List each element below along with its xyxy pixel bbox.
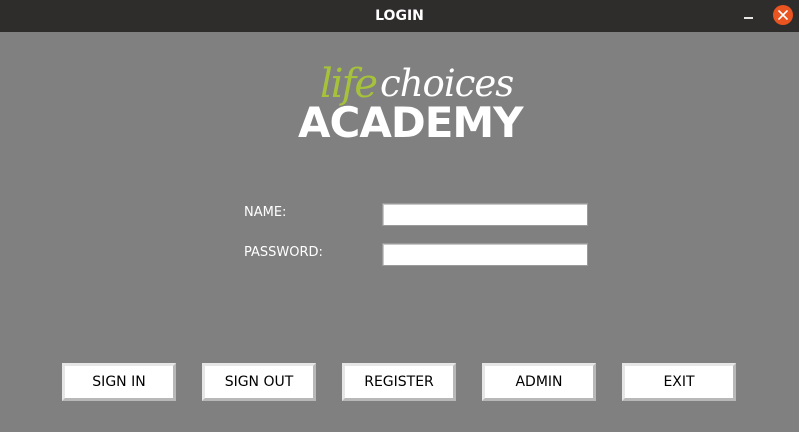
- title-bar: LOGIN: [0, 0, 799, 32]
- window-title: LOGIN: [375, 8, 424, 24]
- exit-button[interactable]: EXIT: [622, 363, 736, 401]
- name-input[interactable]: [382, 203, 588, 226]
- admin-button[interactable]: ADMIN: [482, 363, 596, 401]
- logo-academy-text: ACADEMY: [298, 98, 524, 147]
- close-icon[interactable]: [773, 5, 793, 25]
- register-button[interactable]: REGISTER: [342, 363, 456, 401]
- password-input[interactable]: [382, 243, 588, 266]
- password-label: PASSWORD:: [244, 245, 323, 260]
- login-window: life choices ACADEMY NAME: PASSWORD: SIG…: [0, 32, 799, 432]
- minimize-icon[interactable]: [739, 9, 759, 23]
- sign-out-button[interactable]: SIGN OUT: [202, 363, 316, 401]
- name-label: NAME:: [244, 205, 287, 220]
- life-choices-academy-logo: life choices ACADEMY: [298, 60, 524, 150]
- sign-in-button[interactable]: SIGN IN: [62, 363, 176, 401]
